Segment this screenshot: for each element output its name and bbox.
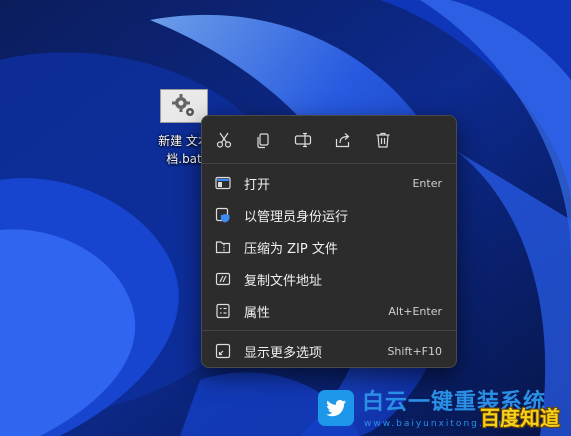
show-more-icon (215, 343, 231, 359)
menu-item-show-more-options[interactable]: 显示更多选项 Shift+F10 (206, 336, 452, 366)
menu-item-label: 复制文件地址 (244, 273, 323, 289)
menu-item-label: 打开 (244, 177, 271, 193)
cut-icon (216, 132, 232, 148)
menu-item-label: 以管理员身份运行 (244, 209, 349, 225)
delete-icon (376, 132, 390, 148)
copy-path-icon (215, 271, 231, 287)
menu-item-label: 显示更多选项 (244, 345, 323, 361)
copy-button[interactable] (248, 126, 278, 154)
zip-folder-icon (215, 239, 231, 255)
cut-button[interactable] (209, 126, 239, 154)
menu-divider (202, 330, 456, 331)
menu-divider (202, 163, 456, 164)
twitter-bird-logo (318, 390, 354, 426)
delete-button[interactable] (368, 126, 398, 154)
gear-file-icon (160, 89, 208, 123)
properties-icon (215, 303, 231, 319)
menu-item-shortcut: Enter (412, 176, 442, 190)
rename-icon (294, 132, 312, 148)
menu-item-shortcut: Shift+F10 (387, 344, 442, 358)
share-icon (335, 133, 350, 148)
menu-item-properties[interactable]: 属性 Alt+Enter (206, 296, 452, 326)
context-menu: 打开 Enter 以管理员身份运行 压缩为 ZIP 文件 复制文件地址 属性 A… (201, 115, 457, 368)
rename-button[interactable] (288, 126, 318, 154)
menu-item-run-as-admin[interactable]: 以管理员身份运行 (206, 200, 452, 230)
menu-item-label: 属性 (244, 305, 271, 321)
menu-item-label: 压缩为 ZIP 文件 (244, 241, 338, 257)
share-button[interactable] (328, 126, 358, 154)
menu-item-copy-path[interactable]: 复制文件地址 (206, 264, 452, 294)
menu-item-open[interactable]: 打开 Enter (206, 168, 452, 198)
open-icon (215, 175, 231, 191)
watermark-brand: 百度知道 (480, 406, 560, 430)
bird-icon (326, 400, 346, 417)
menu-item-shortcut: Alt+Enter (388, 304, 442, 318)
admin-shield-icon (215, 207, 231, 223)
context-menu-toolbar (202, 116, 456, 164)
menu-item-compress-zip[interactable]: 压缩为 ZIP 文件 (206, 232, 452, 262)
copy-icon (257, 133, 269, 149)
